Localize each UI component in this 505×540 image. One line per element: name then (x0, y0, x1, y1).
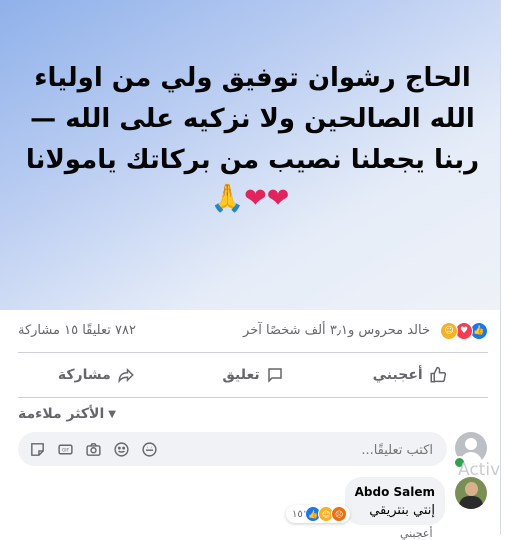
divider-bottom (18, 397, 488, 398)
share-button[interactable]: مشاركة (18, 357, 175, 393)
comment-button[interactable]: تعليق (175, 357, 332, 393)
comment-bubble: Abdo Salem إنتي بنتريقي (345, 477, 445, 525)
avatar-sticker-icon[interactable] (140, 440, 158, 458)
share-button-label: مشاركة (57, 367, 111, 383)
comment-author[interactable]: Abdo Salem (355, 485, 435, 499)
post-text-line-2: الله الصالحين ولا نزكيه على الله — (30, 104, 475, 134)
right-edge-divider (500, 0, 501, 535)
avatar-head-shape (465, 438, 477, 450)
composer-toolbar: GIF (28, 440, 158, 458)
thumbs-up-icon (430, 366, 446, 383)
svg-text:GIF: GIF (61, 447, 69, 453)
divider-top (18, 352, 488, 353)
comment-like-link[interactable]: أعجبني (400, 527, 433, 540)
activation-watermark-text: Activ (458, 460, 501, 480)
commenter-avatar[interactable] (455, 477, 487, 509)
comment-filter-dropdown[interactable]: ▼ الأكثر ملاءمة (18, 406, 116, 422)
post-emoji-line: 🙏❤❤ (210, 183, 290, 214)
comment-composer: GIF (18, 432, 447, 466)
comment-icon (267, 368, 282, 383)
share-arrow-icon (118, 367, 134, 384)
comment-filter-label: الأكثر ملاءمة (18, 406, 105, 422)
comment-count[interactable]: ٧٨٢ تعليقًا (82, 323, 136, 338)
reaction-summary[interactable]: 👍 ♥ ☺ (440, 322, 488, 340)
post-stats-bar: 👍 ♥ ☺ خالد محروس و٣٫١ ألف شخصًا آخر ٧٨٢ … (18, 318, 488, 346)
comment-button-label: تعليق (222, 367, 260, 383)
avatar-shirt-shape (459, 496, 483, 509)
emoji-icon[interactable] (112, 440, 130, 458)
post-text-line-1: الحاج رشوان توفيق ولي من اولياء (34, 63, 471, 93)
post-text-line-3: ربنا يجعلنا نصيب من بركاتك يامولانا (25, 145, 480, 175)
post-actions: أعجبني تعليق مشاركة (18, 357, 488, 393)
avatar-face-shape (465, 482, 478, 496)
camera-icon[interactable] (84, 440, 102, 458)
like-button-label: أعجبني (372, 367, 423, 383)
like-button[interactable]: أعجبني (331, 357, 488, 393)
sticker-icon[interactable] (28, 440, 46, 458)
angry-icon: ☹ (331, 506, 348, 522)
engagement-counts: ٧٨٢ تعليقًا ١٥ مشاركة (18, 323, 136, 338)
share-count[interactable]: ١٥ مشاركة (18, 323, 78, 338)
comment-reactions[interactable]: ١٥١ 👍 ☺ ☹ (286, 505, 351, 523)
post-text: الحاج رشوان توفيق ولي من اولياء الله الص… (20, 58, 485, 181)
chevron-down-icon: ▼ (108, 408, 116, 420)
care-icon: ☺ (440, 322, 458, 340)
comment-input[interactable] (251, 439, 435, 461)
gif-icon[interactable]: GIF (56, 440, 74, 458)
comment-text: إنتي بنتريقي (369, 503, 435, 518)
reactors-text[interactable]: خالد محروس و٣٫١ ألف شخصًا آخر (243, 323, 430, 338)
